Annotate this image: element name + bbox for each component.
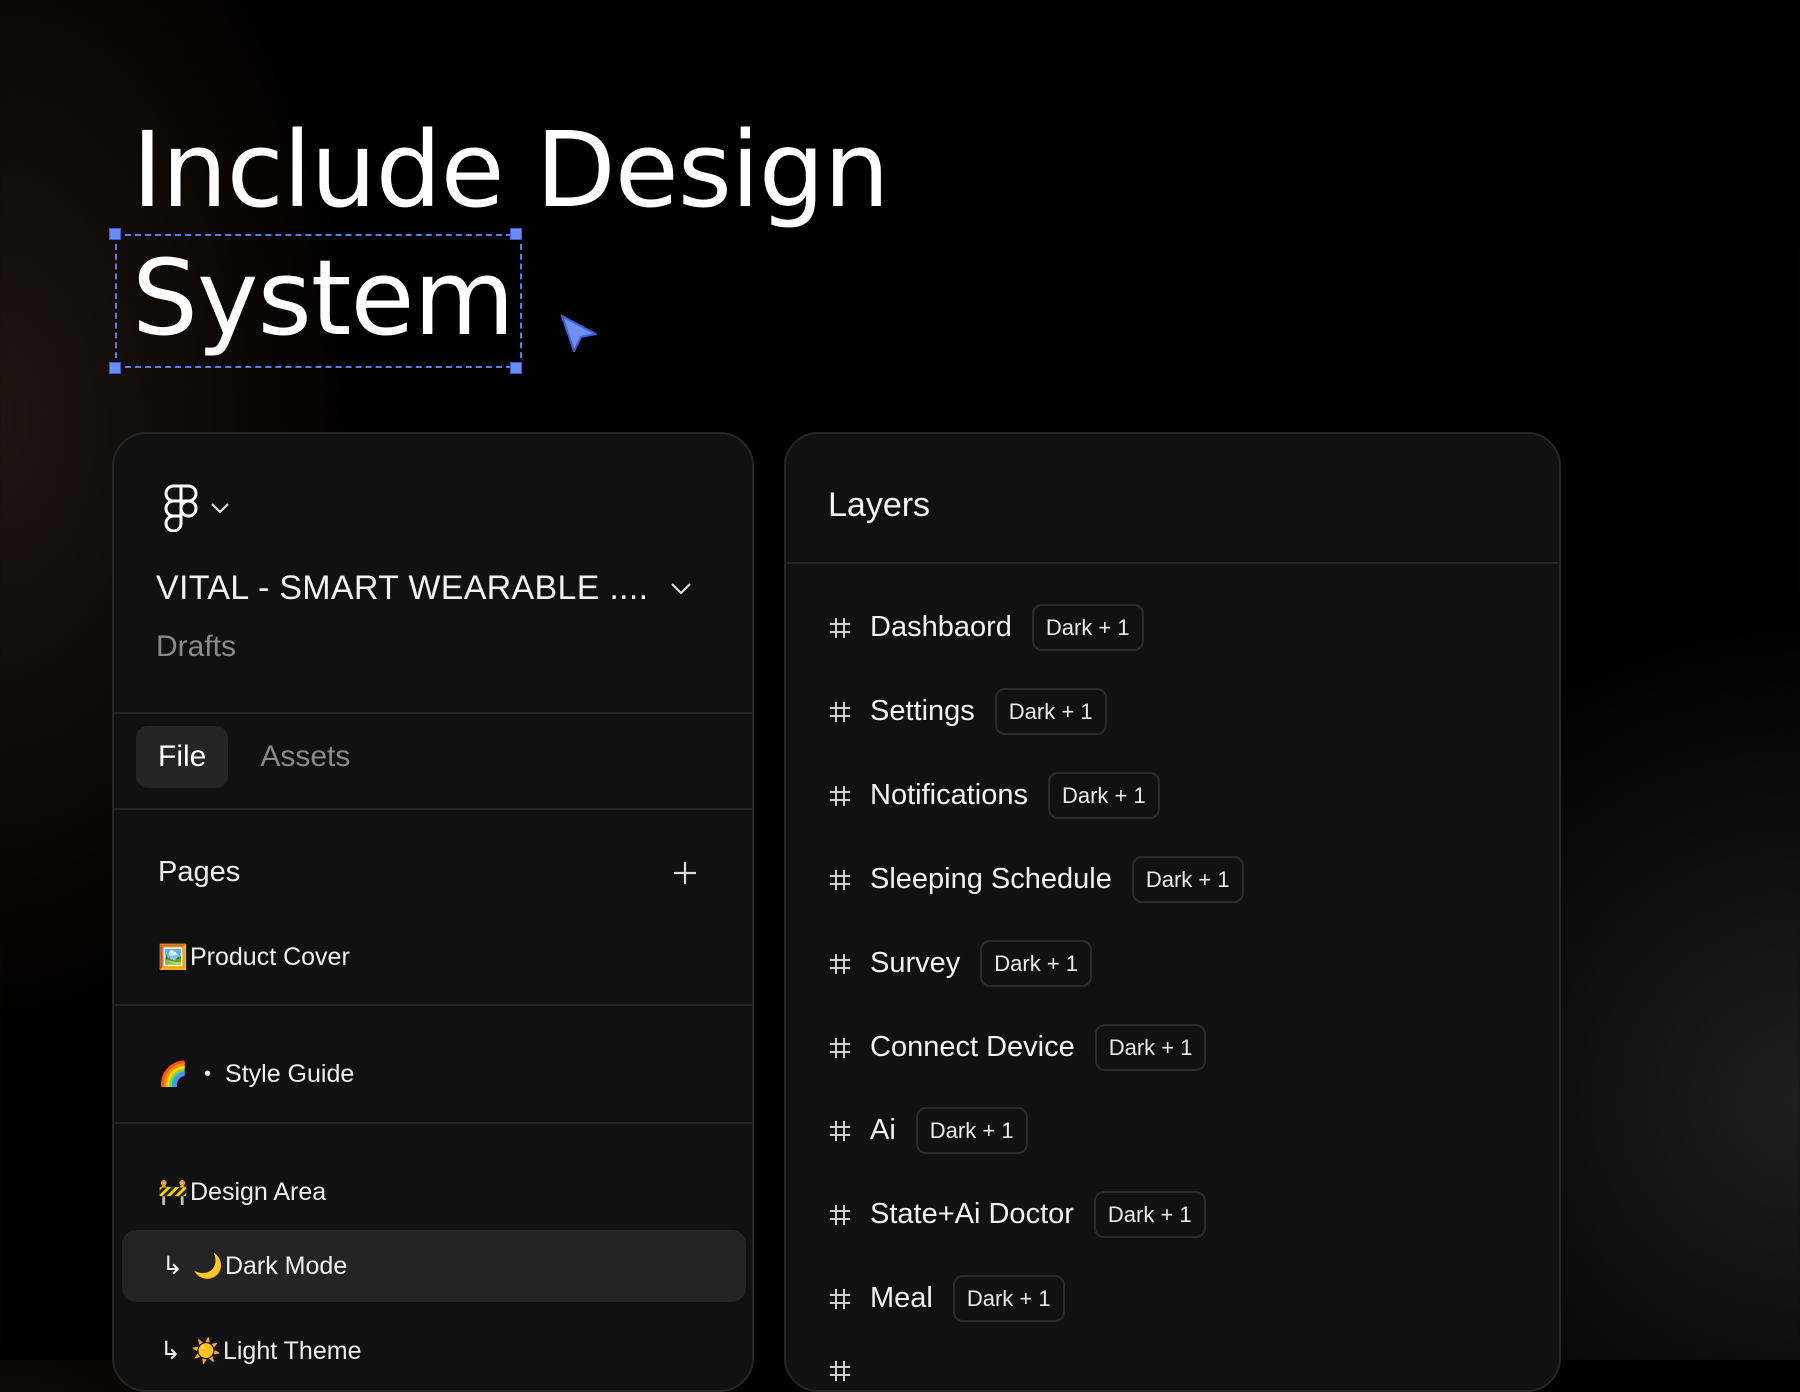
headline-line-2[interactable]: System (132, 246, 515, 350)
frame-hash-icon (830, 1120, 850, 1141)
project-location[interactable]: Drafts (156, 630, 236, 664)
variant-badge[interactable]: Dark + 1 (952, 1275, 1065, 1322)
page-item-design-area[interactable]: 🚧 Design Area (158, 1178, 326, 1207)
layer-row[interactable]: Ai Dark + 1 (828, 1107, 1028, 1154)
plus-icon[interactable] (672, 860, 698, 886)
layer-row[interactable]: Notifications Dark + 1 (828, 772, 1160, 819)
figma-menu-button[interactable] (164, 484, 230, 532)
variant-badge[interactable]: Dark + 1 (980, 940, 1093, 987)
construction-icon: 🚧 (158, 1179, 188, 1206)
file-browser-panel: VITAL - SMART WEARABLE .... Drafts File … (112, 432, 754, 1392)
page-label: Product Cover (190, 943, 350, 971)
selection-handle-top-left[interactable] (109, 228, 121, 240)
page-item-dark-mode[interactable]: ↳ 🌙 Dark Mode (122, 1230, 746, 1302)
frame-hash-icon (830, 785, 850, 806)
frame-hash-icon (830, 1361, 850, 1381)
layer-name: Dashbaord (870, 611, 1012, 643)
frame-hash-icon (830, 1204, 850, 1225)
sun-icon: ☀️ (190, 1337, 221, 1365)
headline-line-1: Include Design (132, 109, 890, 231)
pointer-cursor-icon (561, 315, 597, 352)
layers-panel: Layers Dashbaord Dark + 1 Settings Dark + 1… (784, 432, 1561, 1392)
layer-name: Ai (870, 1114, 896, 1146)
page-item-style-guide[interactable]: 🌈 • Style Guide (158, 1060, 354, 1089)
layer-row[interactable]: Connect Device Dark + 1 (828, 1024, 1207, 1071)
layers-title: Layers (828, 486, 931, 524)
project-title: VITAL - SMART WEARABLE .... (156, 569, 649, 607)
divider (114, 808, 752, 810)
tab-file[interactable]: File (136, 726, 229, 788)
moon-icon: 🌙 (192, 1252, 223, 1280)
panel-tabs: File Assets (136, 726, 372, 788)
project-selector[interactable]: VITAL - SMART WEARABLE .... (156, 569, 692, 608)
variant-badge[interactable]: Dark + 1 (1047, 772, 1160, 819)
frame-hash-icon (830, 1037, 850, 1058)
frame-hash-icon (830, 617, 850, 638)
layer-row[interactable] (828, 1359, 918, 1383)
layer-row[interactable]: Survey Dark + 1 (828, 940, 1093, 987)
layer-name: Settings (870, 695, 975, 727)
frame-hash-icon (830, 701, 850, 722)
page-label: Design Area (190, 1178, 327, 1206)
page-label: Style Guide (225, 1060, 355, 1088)
picture-icon: 🖼️ (158, 944, 188, 971)
frame-hash-icon (830, 953, 850, 974)
layer-name: Connect Device (870, 1031, 1075, 1063)
frame-hash-icon (830, 869, 850, 890)
sub-page-arrow-icon: ↳ (160, 1337, 181, 1365)
page-item-product-cover[interactable]: 🖼️ Product Cover (158, 943, 350, 972)
layer-row[interactable]: State+Ai Doctor Dark + 1 (828, 1191, 1206, 1238)
variant-badge[interactable]: Dark + 1 (994, 688, 1107, 735)
selection-handle-bottom-right[interactable] (510, 362, 522, 374)
pages-header: Pages (158, 856, 698, 889)
layer-row[interactable]: Meal Dark + 1 (828, 1275, 1065, 1322)
tab-assets[interactable]: Assets (238, 726, 372, 788)
page-label: Light Theme (222, 1336, 362, 1365)
variant-badge[interactable]: Dark + 1 (915, 1107, 1028, 1154)
variant-badge[interactable]: Dark + 1 (1093, 1191, 1206, 1238)
chevron-down-icon (211, 503, 229, 514)
frame-hash-icon (830, 1288, 850, 1309)
rainbow-icon: 🌈 (158, 1061, 188, 1088)
layer-name: Meal (870, 1282, 933, 1314)
layer-row[interactable]: Settings Dark + 1 (828, 688, 1107, 735)
layer-name: Survey (870, 947, 961, 979)
chevron-down-icon (671, 583, 692, 595)
selection-handle-bottom-left[interactable] (109, 362, 121, 374)
layer-row[interactable]: Dashbaord Dark + 1 (828, 604, 1144, 651)
layer-name: Sleeping Schedule (870, 863, 1112, 895)
divider (114, 1122, 752, 1124)
bullet: • (204, 1063, 212, 1085)
sub-page-arrow-icon: ↳ (162, 1252, 183, 1280)
page-item-light-theme[interactable]: ↳ ☀️ Light Theme (160, 1336, 361, 1366)
divider (114, 1004, 752, 1006)
pages-title: Pages (158, 856, 241, 888)
layer-row[interactable]: Sleeping Schedule Dark + 1 (828, 856, 1244, 903)
divider (786, 562, 1559, 564)
layer-name: State+Ai Doctor (870, 1198, 1074, 1230)
variant-badge[interactable]: Dark + 1 (1094, 1024, 1207, 1071)
variant-badge[interactable]: Dark + 1 (1031, 604, 1144, 651)
divider (114, 712, 752, 714)
figma-logo-icon (164, 484, 198, 532)
layer-name: Notifications (870, 779, 1028, 811)
page-label: Dark Mode (224, 1251, 348, 1280)
variant-badge[interactable]: Dark + 1 (1131, 856, 1244, 903)
